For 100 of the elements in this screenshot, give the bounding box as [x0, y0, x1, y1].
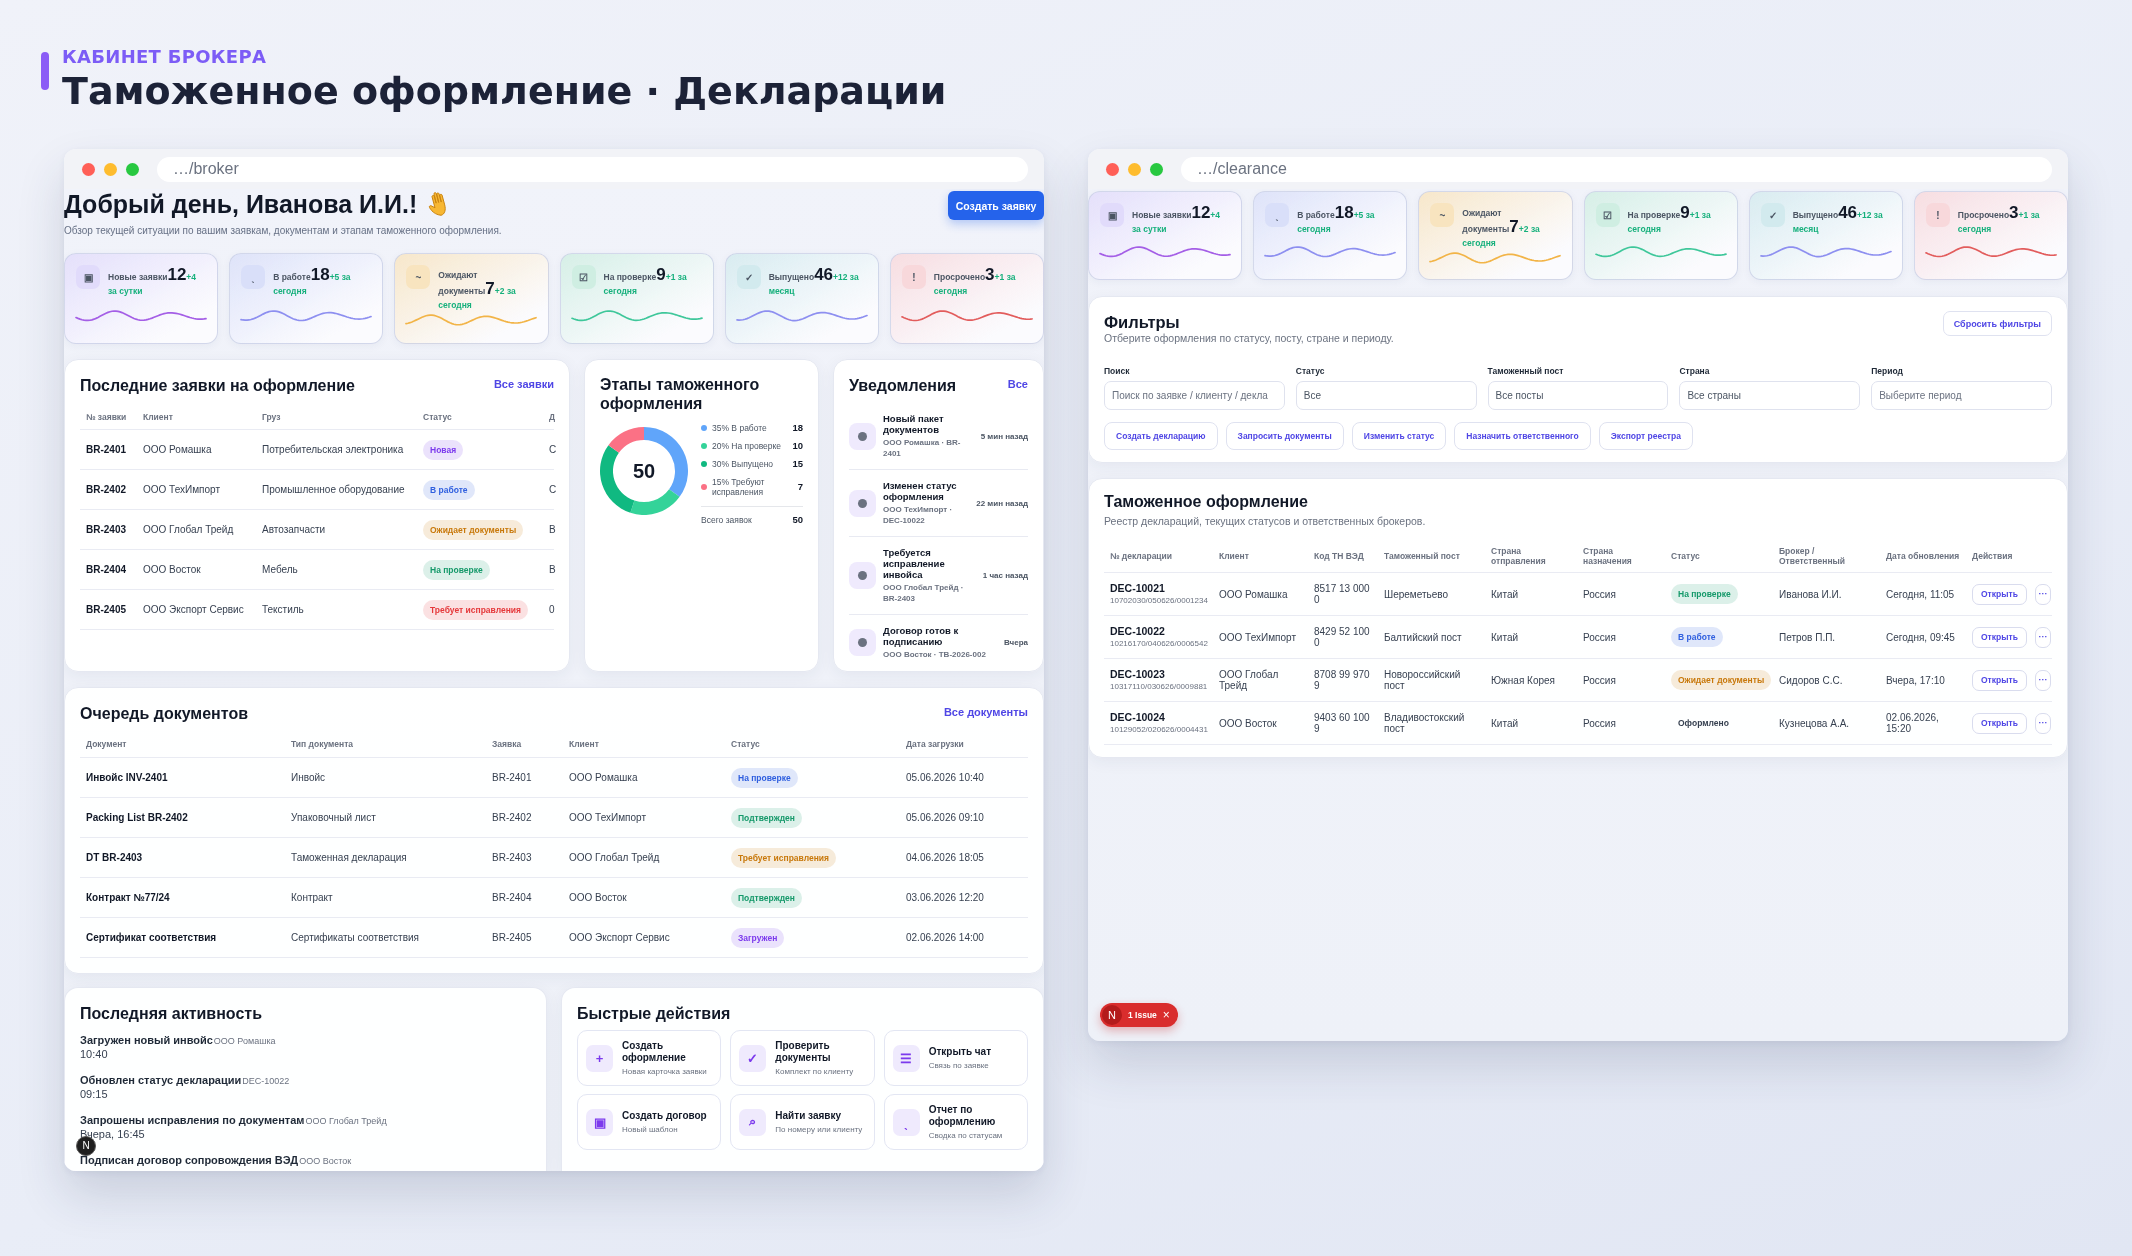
- window-maximize-button[interactable]: [126, 162, 139, 176]
- dash-icon: ˎ: [892, 1108, 920, 1136]
- open-button[interactable]: Открыть: [1972, 712, 2027, 734]
- close-button[interactable]: ×: [1162, 1009, 1170, 1021]
- table-cell-text: ООО Ромашка: [568, 772, 639, 783]
- column-header: Документ: [85, 738, 128, 749]
- status-pill: Требует исправления: [731, 847, 837, 868]
- table-cell-text: BR-2404: [491, 892, 533, 903]
- issue-badge[interactable]: N 1 Issue ×: [1100, 1003, 1178, 1027]
- plus-icon: +: [586, 1044, 613, 1072]
- legend-count: 10: [792, 441, 803, 451]
- action-button[interactable]: Запросить документы: [1225, 422, 1344, 450]
- quick-action-button[interactable]: ▣ Создать договор Новый шаблон: [577, 1094, 722, 1150]
- donut-slice: [630, 489, 680, 515]
- view-all-link[interactable]: Все заявки: [493, 375, 554, 393]
- filter-label: Поиск: [1104, 365, 1131, 377]
- declaration-number: DEC-10022: [1110, 625, 1166, 638]
- open-button[interactable]: Открыть: [1972, 626, 2027, 648]
- action-button[interactable]: Создать декларацию: [1104, 422, 1218, 450]
- table-cell-text: Мебель: [261, 564, 299, 575]
- address-bar[interactable]: …/clearance: [1181, 156, 2052, 182]
- registration-number: 10129052/020626/0004431: [1110, 724, 1209, 735]
- more-button[interactable]: ···: [2034, 712, 2051, 734]
- page-eyebrow: КАБИНЕТ БРОКЕРА: [62, 46, 268, 68]
- table-cell-text: Сертификаты соответствия: [290, 932, 420, 943]
- notification-subtitle: ООО ТехИмпорт · DEC-10022: [883, 504, 954, 526]
- view-all-link[interactable]: Все: [1007, 375, 1028, 393]
- country-select[interactable]: Все страны: [1679, 381, 1861, 410]
- notification-subtitle: ООО Восток · TB-2026-002: [883, 649, 987, 660]
- period-field[interactable]: Выберите период: [1871, 381, 2052, 410]
- table-cell-text: Китай: [1490, 588, 1520, 600]
- table-cell-text: Промышленное оборудование: [261, 484, 406, 495]
- table-cell-text: Балтийский пост: [1383, 631, 1463, 643]
- window-close-button[interactable]: [82, 162, 95, 176]
- activity-time: 10:40: [80, 1048, 108, 1060]
- declaration-number: DEC-10021: [1110, 582, 1166, 595]
- window-close-button[interactable]: [1106, 162, 1119, 176]
- table-cell-text: BR-2402: [85, 484, 128, 495]
- search-field[interactable]: Поиск по заявке / клиенту / декла: [1104, 381, 1285, 410]
- reset-filters-button[interactable]: Сбросить фильтры: [1942, 311, 2052, 336]
- table-cell-text: Контракт: [290, 892, 334, 903]
- notification-title: Требуется исправление инвойса: [883, 547, 946, 580]
- notification-time: 1 час назад: [982, 571, 1028, 580]
- table-cell-text: 8429 52 100 0: [1313, 626, 1371, 648]
- total-label: Всего заявок: [701, 515, 752, 525]
- table-cell-text: Южная Корея: [1490, 674, 1556, 686]
- status-pill: Ожидает документы: [1671, 670, 1772, 690]
- quick-action-button[interactable]: ˎ Отчет по оформлению Сводка по статусам: [883, 1094, 1028, 1150]
- check-icon: ✓: [736, 265, 761, 289]
- table-cell-text: Сертификат соответствия: [85, 932, 218, 943]
- table-cell-text: Россия: [1582, 588, 1617, 600]
- table-cell-text: ООО ТехИмпорт: [568, 812, 647, 823]
- stat-text: Ожидают документы7+2 за сегодня: [1462, 207, 1541, 250]
- window-maximize-button[interactable]: [1150, 162, 1163, 176]
- quick-action-button[interactable]: ⌕ Найти заявку По номеру или клиенту: [730, 1094, 875, 1150]
- registration-number: 10702030/050626/0001234: [1110, 595, 1209, 606]
- menu-icon: ☰: [892, 1044, 920, 1072]
- card-title: Последняя активность: [80, 1004, 262, 1024]
- create-request-button[interactable]: Создать заявку: [948, 191, 1044, 220]
- action-button[interactable]: Экспорт реестра: [1598, 422, 1693, 450]
- legend-label: 30% Выпущено: [712, 459, 775, 469]
- post-select[interactable]: Все посты: [1487, 381, 1669, 410]
- table-cell-text: Владивостокский пост: [1383, 712, 1466, 734]
- quick-action-button[interactable]: + Создать оформление Новая карточка заявки: [577, 1030, 722, 1086]
- status-select[interactable]: Все: [1295, 381, 1477, 410]
- window-minimize-button[interactable]: [104, 162, 117, 176]
- exclamation-icon: !: [1925, 203, 1950, 227]
- view-all-link[interactable]: Все документы: [943, 703, 1028, 721]
- more-button[interactable]: ···: [2034, 626, 2051, 648]
- table-cell-text: Текстиль: [261, 604, 305, 615]
- open-button[interactable]: Открыть: [1972, 583, 2027, 605]
- more-button[interactable]: ···: [2034, 669, 2051, 691]
- stat-text: На проверке9+1 за сегодня: [1627, 206, 1712, 236]
- legend-count: 18: [792, 423, 803, 433]
- card-title: Последние заявки на оформление: [80, 376, 355, 396]
- search-icon: ⌕: [739, 1108, 767, 1136]
- dash-icon: ˎ: [1265, 203, 1290, 227]
- table-cell-text: Сегодня, 11:05: [1885, 588, 1956, 600]
- table-cell-text: ООО Ромашка: [1218, 588, 1289, 600]
- table-cell-text: Инвойс: [290, 772, 327, 783]
- window-minimize-button[interactable]: [1128, 162, 1141, 176]
- table-cell-text: Инвойс INV-2401: [85, 772, 169, 783]
- table-cell-text: ООО ТехИмпорт: [142, 484, 221, 495]
- table-cell-text: Сидоров С.С.: [1778, 674, 1844, 686]
- open-button[interactable]: Открыть: [1972, 669, 2027, 691]
- column-header: Груз: [261, 411, 282, 422]
- table-cell-text: Иванова И.И.: [1778, 588, 1843, 600]
- action-button[interactable]: Изменить статус: [1351, 422, 1447, 450]
- address-bar[interactable]: …/broker: [157, 156, 1028, 182]
- more-button[interactable]: ···: [2034, 583, 2051, 605]
- legend-label: 15% Требуют исправления: [712, 477, 766, 497]
- notification-title: Новый пакет документов: [883, 413, 945, 435]
- quick-action-button[interactable]: ☰ Открыть чат Связь по заявке: [883, 1030, 1028, 1086]
- stat-text: В работе18+5 за сегодня: [1297, 206, 1376, 236]
- filter-label: Страна: [1679, 365, 1711, 377]
- action-button[interactable]: Назначить ответственного: [1454, 422, 1591, 450]
- quick-action-button[interactable]: ✓ Проверить документы Комплект по клиенту: [730, 1030, 875, 1086]
- table-cell-text: ООО Глобал Трейд: [568, 852, 661, 863]
- card-subtitle: Реестр деклараций, текущих статусов и ответственных брокеров.: [1104, 515, 1427, 527]
- card-title: Быстрые действия: [577, 1004, 731, 1024]
